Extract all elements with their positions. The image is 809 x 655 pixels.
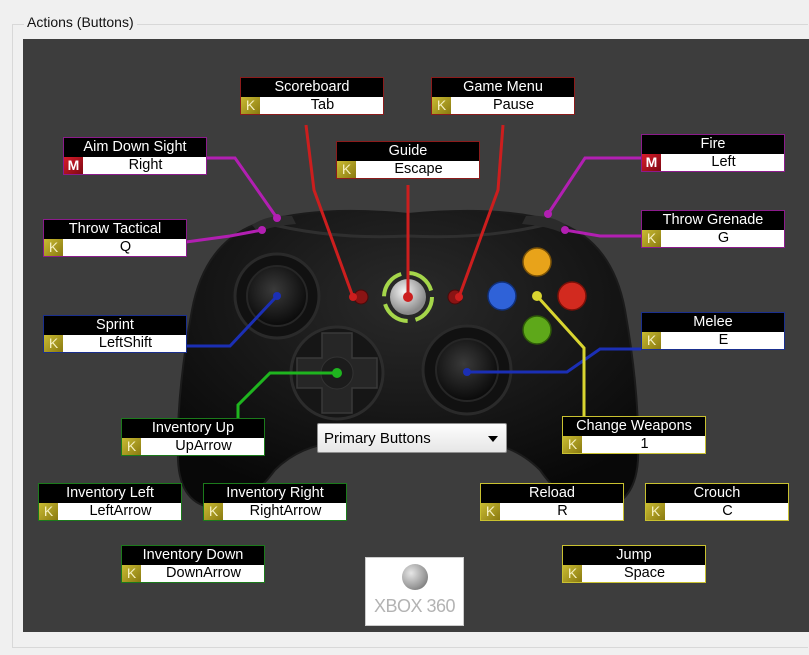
binding-title: Inventory Right [204,484,346,503]
keyboard-icon: K [432,97,451,114]
binding-title: Aim Down Sight [64,138,206,157]
binding-change-weapons[interactable]: Change Weapons K1 [562,416,706,454]
wire-aim-down-sight [206,156,279,219]
binding-value[interactable]: DownArrow [143,565,264,582]
binding-value[interactable]: Space [584,565,705,582]
binding-value[interactable]: C [667,503,788,520]
binding-value[interactable]: RightArrow [225,503,346,520]
keyboard-icon: K [337,161,356,178]
button-set-dropdown[interactable]: Primary Buttons [317,423,507,453]
keyboard-icon: K [122,438,141,455]
binding-game-menu[interactable]: Game Menu K Pause [431,77,575,115]
binding-value[interactable]: LeftShift [65,335,186,352]
binding-inventory-down[interactable]: Inventory Down K DownArrow [121,545,265,583]
binding-title: Sprint [44,316,186,335]
binding-title: Fire [642,135,784,154]
binding-title: Inventory Up [122,419,264,438]
binding-scoreboard[interactable]: Scoreboard K Tab [240,77,384,115]
binding-value[interactable]: UpArrow [143,438,264,455]
binding-title: Throw Grenade [642,211,784,230]
keyboard-icon: K [642,332,661,349]
keyboard-icon: K [204,503,223,520]
binding-inventory-up[interactable]: Inventory Up K UpArrow [121,418,265,456]
binding-inventory-right[interactable]: Inventory Right K RightArrow [203,483,347,521]
keyboard-icon: K [642,230,661,247]
binding-aim-down-sight[interactable]: Aim Down Sight M Right [63,137,207,175]
binding-title: Guide [337,142,479,161]
binding-title: Reload [481,484,623,503]
binding-value[interactable]: Right [85,157,206,174]
keyboard-icon: K [39,503,58,520]
binding-value[interactable]: Pause [453,97,574,114]
keyboard-icon: K [122,565,141,582]
binding-title: Inventory Left [39,484,181,503]
binding-guide[interactable]: Guide K Escape [336,141,480,179]
binding-fire[interactable]: Fire M Left [641,134,785,172]
group-title: Actions (Buttons) [24,14,137,30]
keyboard-icon: K [563,436,582,453]
xbox-orb-icon [402,564,428,590]
binding-value[interactable]: 1 [584,436,705,453]
binding-title: Crouch [646,484,788,503]
binding-title: Change Weapons [563,417,705,436]
keyboard-icon: K [241,97,260,114]
binding-value[interactable]: Left [663,154,784,171]
dropdown-value: Primary Buttons [324,430,431,447]
binding-throw-tactical[interactable]: Throw Tactical KQ [43,219,187,257]
binding-title: Game Menu [432,78,574,97]
binding-crouch[interactable]: Crouch KC [645,483,789,521]
binding-title: Throw Tactical [44,220,186,239]
mouse-icon: M [642,154,661,171]
logo-text: XBOX 360 [373,596,456,616]
keyboard-icon: K [44,239,63,256]
mouse-icon: M [64,157,83,174]
binding-value[interactable]: LeftArrow [60,503,181,520]
binding-value[interactable]: R [502,503,623,520]
xbox-360-logo: XBOX 360 [365,557,464,626]
binding-value[interactable]: G [663,230,784,247]
binding-melee[interactable]: Melee KE [641,312,785,350]
binding-reload[interactable]: Reload KR [480,483,624,521]
wire-fire [546,156,641,215]
binding-title: Melee [642,313,784,332]
binding-inventory-left[interactable]: Inventory Left K LeftArrow [38,483,182,521]
keyboard-icon: K [646,503,665,520]
chevron-down-icon[interactable] [488,436,498,442]
binding-value[interactable]: Escape [358,161,479,178]
binding-throw-grenade[interactable]: Throw Grenade KG [641,210,785,248]
keyboard-icon: K [481,503,500,520]
binding-value[interactable]: E [663,332,784,349]
keyboard-icon: K [563,565,582,582]
binding-value[interactable]: Q [65,239,186,256]
binding-title: Inventory Down [122,546,264,565]
binding-jump[interactable]: Jump K Space [562,545,706,583]
binding-title: Scoreboard [241,78,383,97]
keyboard-icon: K [44,335,63,352]
binding-title: Jump [563,546,705,565]
binding-sprint[interactable]: Sprint K LeftShift [43,315,187,353]
binding-value[interactable]: Tab [262,97,383,114]
